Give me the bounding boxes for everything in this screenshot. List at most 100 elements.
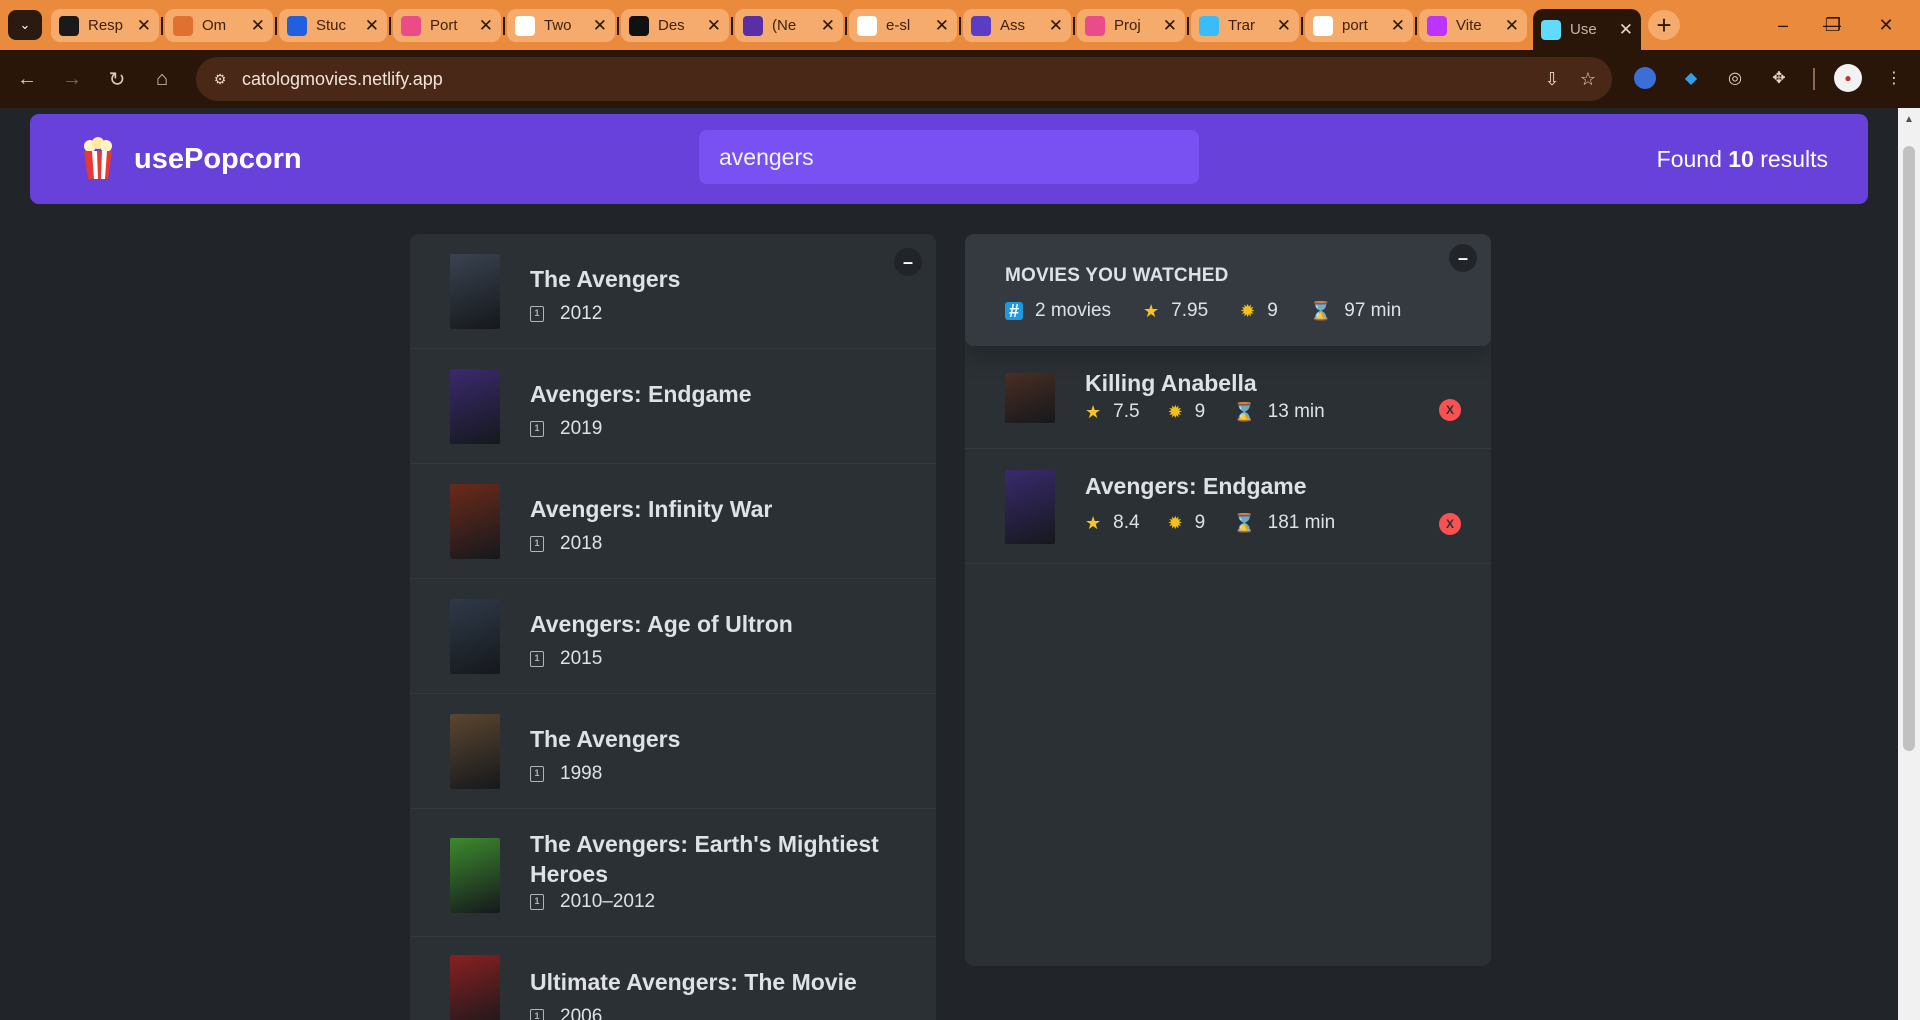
hash-icon: # xyxy=(1005,301,1023,321)
tab-separator xyxy=(617,17,619,35)
results-number: 10 xyxy=(1728,146,1754,172)
stat-count: #2 movies xyxy=(1005,300,1111,322)
new-tab-button[interactable]: + xyxy=(1648,10,1680,40)
tab-separator xyxy=(845,17,847,35)
watched-summary: MOVIES YOU WATCHED #2 movies ★ 7.95 ✹ 9 ⌛ 9… xyxy=(965,234,1491,346)
minimize-window-button[interactable]: – xyxy=(1763,10,1803,40)
page-scrollbar[interactable]: ▲ xyxy=(1898,108,1920,1020)
movie-year-text: 2010–2012 xyxy=(560,891,656,912)
star-icon: ★ xyxy=(1143,300,1160,321)
bookmark-star-icon[interactable]: ☆ xyxy=(1576,67,1600,91)
tab-title: Stuc xyxy=(316,17,347,34)
tab-title: Proj xyxy=(1114,17,1141,34)
tab-close-icon[interactable]: ✕ xyxy=(1505,16,1519,36)
calendar-icon: 1 xyxy=(530,536,544,552)
movie-year-text: 2015 xyxy=(560,648,603,669)
scroll-thumb[interactable] xyxy=(1903,146,1915,751)
tab-close-icon[interactable]: ✕ xyxy=(1277,16,1291,36)
extensions-puzzle-icon[interactable]: ✥ xyxy=(1765,64,1793,92)
tab[interactable]: Port ✕ xyxy=(393,9,501,42)
movie-year: 1 2015 xyxy=(530,648,602,670)
profile-avatar[interactable]: ● xyxy=(1834,64,1862,92)
extension-shield-icon[interactable] xyxy=(1634,67,1656,89)
tab-close-icon[interactable]: ✕ xyxy=(1049,16,1063,36)
tab-close-icon[interactable]: ✕ xyxy=(365,16,379,36)
extension-compass-icon[interactable]: ◎ xyxy=(1721,64,1749,92)
tab[interactable]: Stuc ✕ xyxy=(279,9,387,42)
collapse-watched-button[interactable]: – xyxy=(1449,244,1477,272)
search-input[interactable] xyxy=(699,130,1199,184)
dribbble-icon xyxy=(401,15,421,36)
movie-year: 1 2006 xyxy=(530,1006,602,1020)
tab[interactable]: Proj ✕ xyxy=(1077,9,1185,42)
tab-close-icon[interactable]: ✕ xyxy=(251,16,265,36)
back-button[interactable]: ← xyxy=(12,64,42,94)
install-app-icon[interactable]: ⇩ xyxy=(1540,67,1564,91)
watched-runtime-value: 13 min xyxy=(1267,401,1325,422)
movie-year-text: 2012 xyxy=(560,303,603,324)
forward-button[interactable]: → xyxy=(57,64,87,94)
movie-list-item[interactable]: Ultimate Avengers: The Movie 1 2006 xyxy=(410,937,936,1020)
tab[interactable]: Resp ✕ xyxy=(51,9,159,42)
tab-close-icon[interactable]: ✕ xyxy=(707,16,721,36)
tab[interactable]: Trar ✕ xyxy=(1191,9,1299,42)
restore-window-button[interactable]: ❐ xyxy=(1813,10,1853,40)
close-window-button[interactable]: ✕ xyxy=(1866,10,1906,40)
tab[interactable]: Om ✕ xyxy=(165,9,273,42)
tab-close-icon[interactable]: ✕ xyxy=(935,16,949,36)
infinity-icon xyxy=(173,15,193,36)
chatgpt-icon xyxy=(59,15,79,36)
tab[interactable]: Two ✕ xyxy=(507,9,615,42)
movie-list-item[interactable]: The Avengers: Earth's Mightiest Heroes 1 2… xyxy=(410,809,936,937)
extension-grammarly-icon[interactable]: ◆ xyxy=(1677,64,1705,92)
remove-watched-button[interactable]: X xyxy=(1439,513,1461,535)
movie-title: Avengers: Infinity War xyxy=(530,496,773,522)
remove-watched-button[interactable]: X xyxy=(1439,399,1461,421)
tab-close-icon[interactable]: ✕ xyxy=(479,16,493,36)
tab[interactable]: Des ✕ xyxy=(621,9,729,42)
tab-close-icon[interactable]: ✕ xyxy=(1163,16,1177,36)
site-info-icon[interactable]: ⚙ xyxy=(210,69,230,89)
address-url: catologmovies.netlify.app xyxy=(242,69,443,89)
browser-menu-icon[interactable]: ⋮ xyxy=(1880,64,1908,92)
collapse-results-button[interactable]: – xyxy=(894,248,922,276)
tab-close-icon[interactable]: ✕ xyxy=(1391,16,1405,36)
tab[interactable]: Vite ✕ xyxy=(1419,9,1527,42)
calendar-icon: 1 xyxy=(530,766,544,782)
movie-list-item[interactable]: Avengers: Endgame 1 2019 xyxy=(410,349,936,464)
tab-title: Port xyxy=(430,17,458,34)
address-bar[interactable]: ⚙ catologmovies.netlify.app ⇩ ☆ xyxy=(196,57,1612,101)
tab-title: Resp xyxy=(88,17,124,34)
tab-close-icon[interactable]: ✕ xyxy=(1619,20,1633,40)
tab-close-icon[interactable]: ✕ xyxy=(137,16,151,36)
movie-list-item[interactable]: Avengers: Age of Ultron 1 2015 xyxy=(410,579,936,694)
watched-poster xyxy=(1005,372,1055,423)
tab-close-icon[interactable]: ✕ xyxy=(821,16,835,36)
tab[interactable]: e-sl ✕ xyxy=(849,9,957,42)
tab-separator xyxy=(389,17,391,35)
tab-active[interactable]: Use ✕ xyxy=(1533,9,1641,50)
movie-year: 1 2010–2012 xyxy=(530,891,655,913)
tab[interactable]: Ass ✕ xyxy=(963,9,1071,42)
movie-list-item[interactable]: The Avengers 1 1998 xyxy=(410,694,936,809)
stat-user-avg: ✹ 9 xyxy=(1240,300,1278,321)
tab-close-icon[interactable]: ✕ xyxy=(593,16,607,36)
watched-imdb-rating: ★ 7.5 xyxy=(1085,401,1140,423)
stat-runtime: ⌛ 97 min xyxy=(1309,300,1402,321)
sun-icon: ✹ xyxy=(1167,512,1183,533)
calendar-icon: 1 xyxy=(530,651,544,667)
popcorn-icon xyxy=(80,137,116,181)
tab-title: e-sl xyxy=(886,17,911,34)
home-button[interactable]: ⌂ xyxy=(147,64,177,94)
tab-title: Des xyxy=(658,17,685,34)
tab-search-button[interactable]: ⌄ xyxy=(8,10,42,40)
scroll-up-icon[interactable]: ▲ xyxy=(1904,114,1914,125)
tab[interactable]: port ✕ xyxy=(1305,9,1413,42)
reload-button[interactable]: ↻ xyxy=(102,64,132,94)
app-name: usePopcorn xyxy=(134,142,302,175)
movie-poster xyxy=(450,599,500,674)
watched-title: Killing Anabella xyxy=(1085,370,1257,396)
tab[interactable]: (Ne ✕ xyxy=(735,9,843,42)
movie-list-item[interactable]: Avengers: Infinity War 1 2018 xyxy=(410,464,936,579)
movie-list-item[interactable]: The Avengers 1 2012 xyxy=(410,234,936,349)
